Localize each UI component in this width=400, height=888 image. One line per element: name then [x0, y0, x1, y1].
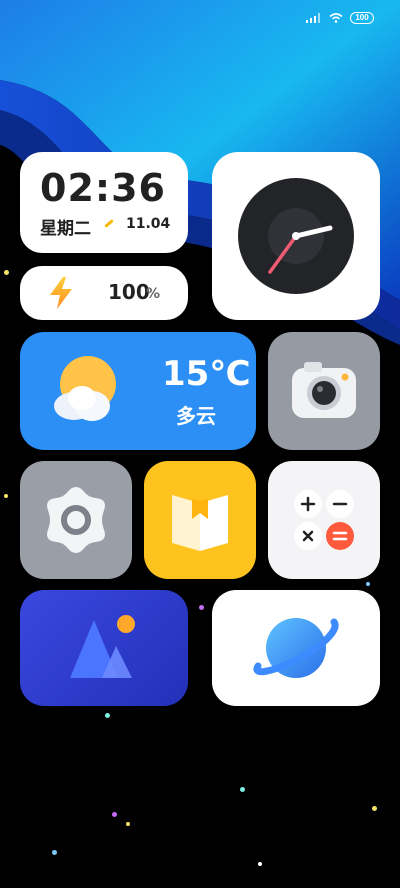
clock-time: 02:36 — [40, 166, 166, 210]
partly-cloudy-icon — [54, 356, 116, 421]
books-app[interactable] — [144, 461, 256, 579]
battery-percent: 100 — [108, 280, 150, 304]
planet-icon — [253, 618, 339, 678]
battery-unit: % — [146, 286, 161, 302]
battery-widget[interactable]: 100 % — [20, 266, 188, 320]
star-dot — [372, 806, 377, 811]
analog-clock-icon — [238, 178, 354, 294]
camera-app[interactable] — [268, 332, 380, 450]
wifi-icon — [329, 13, 343, 23]
star-dot — [258, 862, 262, 866]
star-dot — [366, 582, 370, 586]
star-dot — [199, 605, 204, 610]
star-dot — [4, 270, 9, 275]
weather-temperature: 15℃ — [162, 354, 251, 394]
book-icon — [172, 495, 228, 551]
calculator-icon — [294, 490, 354, 550]
star-dot — [105, 713, 110, 718]
star-dot — [52, 850, 57, 855]
mountain-icon — [70, 615, 135, 678]
battery-indicator: 100 — [350, 12, 374, 24]
gallery-app[interactable] — [20, 590, 188, 706]
pen-icon — [104, 219, 114, 228]
browser-app[interactable] — [212, 590, 380, 706]
calculator-app[interactable] — [268, 461, 380, 579]
camera-icon — [292, 362, 356, 418]
clock-widget[interactable]: 02:36 星期二 11.04 — [20, 152, 188, 253]
settings-app[interactable] — [20, 461, 132, 579]
weather-widget[interactable]: 15℃ 多云 — [20, 332, 256, 450]
lightning-icon — [50, 277, 72, 309]
status-bar: 100 — [306, 12, 374, 24]
clock-weekday: 星期二 — [40, 219, 91, 239]
star-dot — [112, 812, 117, 817]
star-dot — [240, 787, 245, 792]
battery-level: 100 — [355, 13, 369, 22]
gear-icon — [47, 487, 105, 553]
star-dot — [126, 822, 130, 826]
star-dot — [4, 494, 8, 498]
analog-clock-widget[interactable] — [212, 152, 380, 320]
clock-date: 11.04 — [126, 216, 171, 232]
weather-condition: 多云 — [176, 404, 216, 428]
signal-icon — [306, 13, 320, 23]
